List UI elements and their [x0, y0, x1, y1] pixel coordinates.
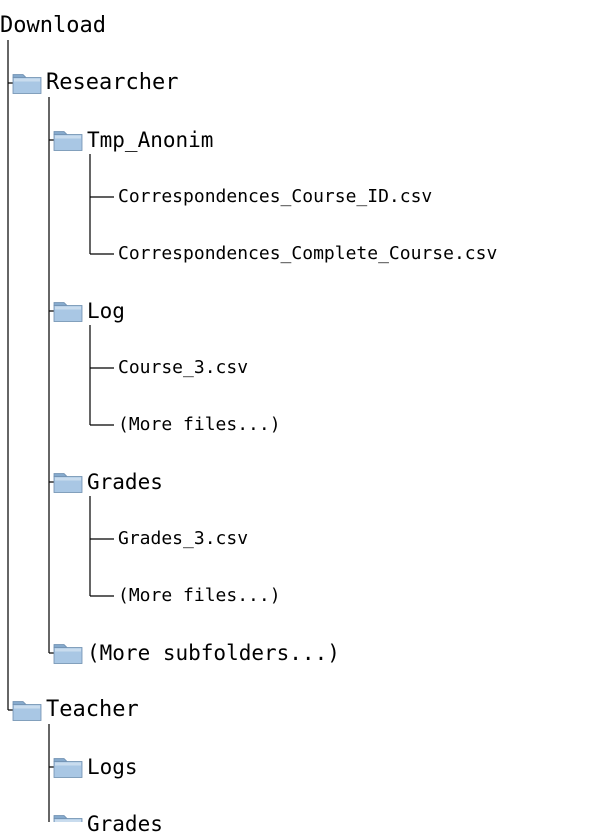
tree-folder[interactable]: Log	[87, 298, 125, 323]
tree-folder[interactable]: Tmp_Anonim	[87, 127, 214, 152]
folder-name: Logs	[87, 754, 138, 779]
folder-name: Grades	[87, 811, 163, 836]
folder-name: Researcher	[46, 70, 179, 95]
tree-root-node[interactable]: Download	[0, 15, 106, 37]
tree-folder[interactable]: Grades	[87, 811, 163, 836]
root-folder-name: Download	[0, 13, 106, 38]
folder-icon	[53, 473, 83, 493]
folder-name: Tmp_Anonim	[87, 127, 214, 152]
tree-file[interactable]: (More files...)	[118, 416, 281, 434]
folder-name: Teacher	[46, 697, 139, 722]
tree-file[interactable]: Course_3.csv	[118, 359, 248, 377]
tree-file[interactable]: Correspondences_Course_ID.csv	[118, 188, 432, 206]
tree-file[interactable]: Correspondences_Complete_Course.csv	[118, 245, 497, 263]
folder-icon	[12, 74, 42, 94]
file-name: Course_3.csv	[118, 357, 249, 378]
folder-name: Log	[87, 298, 125, 323]
tree-file[interactable]: Grades_3.csv	[118, 530, 248, 548]
folder-icon	[53, 815, 83, 822]
tree-folder[interactable]: Teacher	[46, 699, 139, 721]
folder-name: (More subfolders...)	[87, 640, 340, 665]
file-name: Grades_3.csv	[118, 528, 249, 549]
tree-folder[interactable]: Logs	[87, 754, 138, 779]
folder-icon	[12, 701, 42, 721]
folder-icon	[53, 758, 83, 778]
tree-folder[interactable]: Researcher	[46, 72, 178, 94]
folder-name: Grades	[87, 469, 163, 494]
folder-icon	[53, 302, 83, 322]
file-name: Correspondences_Course_ID.csv	[118, 186, 433, 207]
tree-folder[interactable]: (More subfolders...)	[87, 640, 340, 665]
tree-file[interactable]: (More files...)	[118, 587, 281, 605]
tree-folder[interactable]: Grades	[87, 469, 163, 494]
folder-icon	[53, 131, 83, 151]
folder-icon	[53, 644, 83, 664]
file-name: (More files...)	[118, 585, 281, 606]
file-name: (More files...)	[118, 414, 281, 435]
file-name: Correspondences_Complete_Course.csv	[118, 243, 498, 264]
